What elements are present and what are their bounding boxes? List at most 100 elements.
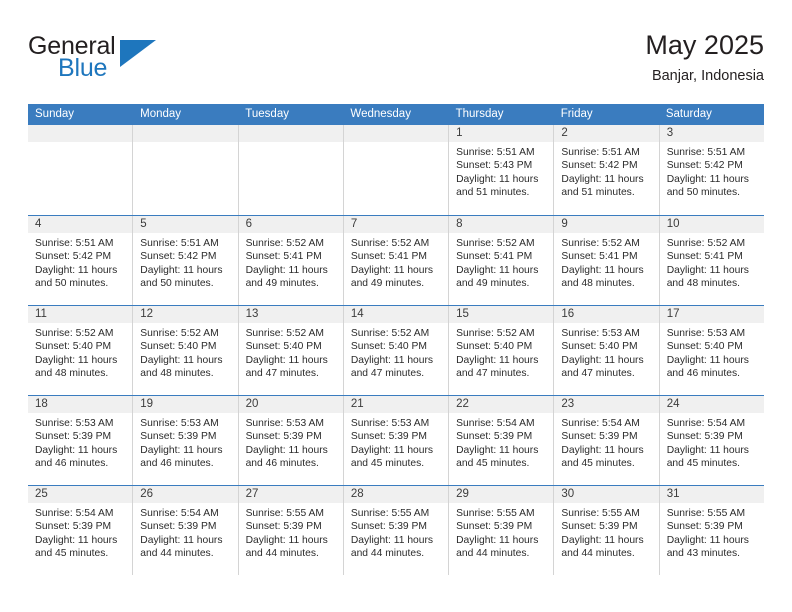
- calendar-day-cell[interactable]: 2 Sunrise: 5:51 AM Sunset: 5:42 PM Daylight…: [554, 125, 660, 215]
- calendar-day-cell[interactable]: 4 Sunrise: 5:51 AM Sunset: 5:42 PM Daylight…: [28, 216, 134, 305]
- daylight-text-line1: Daylight: 11 hours: [666, 264, 749, 276]
- sunset-text: Sunset: 5:41 PM: [245, 251, 322, 263]
- daylight-text-line1: Daylight: 11 hours: [666, 354, 749, 366]
- day-details: Sunrise: 5:55 AM Sunset: 5:39 PM Daylight:…: [554, 503, 658, 561]
- daylight-text-line2: and 44 minutes.: [350, 548, 425, 560]
- calendar-day-cell[interactable]: 17 Sunrise: 5:53 AM Sunset: 5:40 PM Dayligh…: [659, 306, 764, 395]
- calendar-weeks: 1 Sunrise: 5:51 AM Sunset: 5:43 PM Daylight…: [28, 125, 764, 575]
- calendar-day-cell[interactable]: 16 Sunrise: 5:53 AM Sunset: 5:40 PM Dayligh…: [554, 306, 660, 395]
- day-details: Sunrise: 5:52 AM Sunset: 5:41 PM Daylight:…: [449, 233, 553, 291]
- calendar-day-cell[interactable]: 10 Sunrise: 5:52 AM Sunset: 5:41 PM Dayligh…: [659, 216, 764, 305]
- weekday-header-saturday: Saturday: [665, 108, 712, 120]
- daylight-text-line1: Daylight: 11 hours: [666, 173, 749, 185]
- calendar-day-cell[interactable]: 19 Sunrise: 5:53 AM Sunset: 5:39 PM Dayligh…: [133, 396, 239, 485]
- day-number: 29: [449, 486, 554, 503]
- calendar-day-cell[interactable]: 12 Sunrise: 5:52 AM Sunset: 5:40 PM Dayligh…: [133, 306, 239, 395]
- sunrise-text: Sunrise: 5:52 AM: [350, 328, 430, 339]
- calendar-grid: Sunday Monday Tuesday Wednesday Thursday Frid…: [28, 104, 764, 575]
- calendar-day-cell-empty: [343, 125, 450, 215]
- daylight-text-line1: Daylight: 11 hours: [140, 264, 223, 276]
- sunrise-text: Sunrise: 5:53 AM: [350, 418, 430, 429]
- calendar-day-cell[interactable]: 20 Sunrise: 5:53 AM Sunset: 5:39 PM Dayligh…: [238, 396, 344, 485]
- daylight-text-line1: Daylight: 11 hours: [561, 173, 644, 185]
- calendar-day-cell[interactable]: 6 Sunrise: 5:52 AM Sunset: 5:41 PM Daylight…: [238, 216, 344, 305]
- sunset-text: Sunset: 5:40 PM: [35, 341, 112, 353]
- calendar-day-cell[interactable]: 24 Sunrise: 5:54 AM Sunset: 5:39 PM Dayligh…: [659, 396, 764, 485]
- sunrise-text: Sunrise: 5:51 AM: [35, 238, 114, 249]
- day-number: 13: [238, 306, 343, 323]
- calendar-day-cell[interactable]: 27 Sunrise: 5:55 AM Sunset: 5:39 PM Dayligh…: [238, 486, 344, 575]
- sunrise-text: Sunrise: 5:53 AM: [140, 418, 219, 429]
- day-number: 31: [659, 486, 764, 503]
- calendar-day-cell[interactable]: 3 Sunrise: 5:51 AM Sunset: 5:42 PM Daylight…: [659, 125, 764, 215]
- sunrise-text: Sunrise: 5:52 AM: [140, 328, 219, 339]
- calendar-day-cell[interactable]: 28 Sunrise: 5:55 AM Sunset: 5:39 PM Dayligh…: [343, 486, 450, 575]
- sunset-text: Sunset: 5:40 PM: [561, 341, 638, 353]
- daylight-text-line2: and 45 minutes.: [350, 458, 425, 470]
- sunrise-text: Sunrise: 5:55 AM: [666, 508, 746, 519]
- sunrise-text: Sunrise: 5:54 AM: [35, 508, 114, 519]
- day-number: 6: [238, 216, 343, 233]
- day-number: 8: [449, 216, 554, 233]
- sunrise-text: Sunrise: 5:52 AM: [456, 238, 535, 249]
- daylight-text-line1: Daylight: 11 hours: [350, 354, 434, 366]
- day-number: [28, 125, 133, 142]
- sunset-text: Sunset: 5:40 PM: [140, 341, 217, 353]
- daylight-text-line2: and 50 minutes.: [666, 187, 740, 199]
- sunrise-text: Sunrise: 5:51 AM: [140, 238, 219, 249]
- day-details: Sunrise: 5:53 AM Sunset: 5:40 PM Daylight:…: [554, 323, 658, 381]
- weekday-header-thursday: Thursday: [455, 108, 504, 120]
- sunset-text: Sunset: 5:39 PM: [456, 431, 533, 443]
- calendar-day-cell[interactable]: 13 Sunrise: 5:52 AM Sunset: 5:40 PM Dayligh…: [238, 306, 344, 395]
- sunset-text: Sunset: 5:42 PM: [35, 251, 112, 263]
- calendar-day-cell[interactable]: 22 Sunrise: 5:54 AM Sunset: 5:39 PM Dayligh…: [449, 396, 555, 485]
- calendar-day-cell[interactable]: 14 Sunrise: 5:52 AM Sunset: 5:40 PM Dayligh…: [343, 306, 450, 395]
- calendar-day-cell[interactable]: 25 Sunrise: 5:54 AM Sunset: 5:39 PM Dayligh…: [28, 486, 134, 575]
- weekday-header-row: Sunday Monday Tuesday Wednesday Thursday Frid…: [28, 104, 764, 125]
- calendar-day-cell[interactable]: 1 Sunrise: 5:51 AM Sunset: 5:43 PM Daylight…: [449, 125, 555, 215]
- calendar-day-cell[interactable]: 29 Sunrise: 5:55 AM Sunset: 5:39 PM Dayligh…: [449, 486, 555, 575]
- calendar-day-cell[interactable]: 7 Sunrise: 5:52 AM Sunset: 5:41 PM Daylight…: [343, 216, 450, 305]
- sunset-text: Sunset: 5:39 PM: [456, 521, 533, 533]
- calendar-day-cell[interactable]: 15 Sunrise: 5:52 AM Sunset: 5:40 PM Dayligh…: [449, 306, 555, 395]
- daylight-text-line1: Daylight: 11 hours: [456, 444, 539, 456]
- sunrise-text: Sunrise: 5:51 AM: [561, 147, 640, 158]
- day-number: 21: [343, 396, 449, 413]
- calendar-day-cell[interactable]: 30 Sunrise: 5:55 AM Sunset: 5:39 PM Dayligh…: [554, 486, 660, 575]
- daylight-text-line2: and 45 minutes.: [456, 458, 530, 470]
- day-details: Sunrise: 5:55 AM Sunset: 5:39 PM Daylight:…: [449, 503, 553, 561]
- day-number: 14: [343, 306, 449, 323]
- calendar-day-cell[interactable]: 5 Sunrise: 5:51 AM Sunset: 5:42 PM Daylight…: [133, 216, 239, 305]
- calendar-day-cell[interactable]: 18 Sunrise: 5:53 AM Sunset: 5:39 PM Dayligh…: [28, 396, 134, 485]
- daylight-text-line1: Daylight: 11 hours: [245, 354, 328, 366]
- daylight-text-line2: and 49 minutes.: [350, 278, 425, 290]
- daylight-text-line1: Daylight: 11 hours: [245, 534, 328, 546]
- daylight-text-line2: and 44 minutes.: [140, 548, 214, 560]
- calendar-day-cell[interactable]: 23 Sunrise: 5:54 AM Sunset: 5:39 PM Dayligh…: [554, 396, 660, 485]
- day-number: 1: [449, 125, 554, 142]
- calendar-day-cell[interactable]: 21 Sunrise: 5:53 AM Sunset: 5:39 PM Dayligh…: [343, 396, 450, 485]
- day-number: 3: [659, 125, 764, 142]
- day-number: 11: [28, 306, 133, 323]
- day-number: [133, 125, 238, 142]
- sunset-text: Sunset: 5:43 PM: [456, 160, 533, 172]
- calendar-day-cell[interactable]: 9 Sunrise: 5:52 AM Sunset: 5:41 PM Daylight…: [554, 216, 660, 305]
- day-details: Sunrise: 5:55 AM Sunset: 5:39 PM Daylight:…: [344, 503, 448, 561]
- sunrise-text: Sunrise: 5:53 AM: [245, 418, 324, 429]
- calendar-day-cell[interactable]: 31 Sunrise: 5:55 AM Sunset: 5:39 PM Dayligh…: [659, 486, 764, 575]
- daylight-text-line1: Daylight: 11 hours: [35, 264, 118, 276]
- general-blue-logo[interactable]: General Blue: [28, 28, 198, 90]
- calendar-day-cell[interactable]: 26 Sunrise: 5:54 AM Sunset: 5:39 PM Dayligh…: [133, 486, 239, 575]
- daylight-text-line1: Daylight: 11 hours: [666, 534, 749, 546]
- day-details: Sunrise: 5:51 AM Sunset: 5:43 PM Daylight:…: [449, 142, 553, 200]
- day-details: Sunrise: 5:52 AM Sunset: 5:40 PM Daylight:…: [449, 323, 553, 381]
- daylight-text-line2: and 47 minutes.: [350, 368, 425, 380]
- day-number: 9: [554, 216, 659, 233]
- sunrise-text: Sunrise: 5:52 AM: [561, 238, 640, 249]
- calendar-week-row: 18 Sunrise: 5:53 AM Sunset: 5:39 PM Dayligh…: [28, 395, 764, 485]
- calendar-day-cell[interactable]: 11 Sunrise: 5:52 AM Sunset: 5:40 PM Dayligh…: [28, 306, 134, 395]
- daylight-text-line2: and 44 minutes.: [456, 548, 530, 560]
- day-number: 22: [449, 396, 554, 413]
- calendar-day-cell[interactable]: 8 Sunrise: 5:52 AM Sunset: 5:41 PM Daylight…: [449, 216, 555, 305]
- day-details: Sunrise: 5:53 AM Sunset: 5:39 PM Daylight:…: [133, 413, 237, 471]
